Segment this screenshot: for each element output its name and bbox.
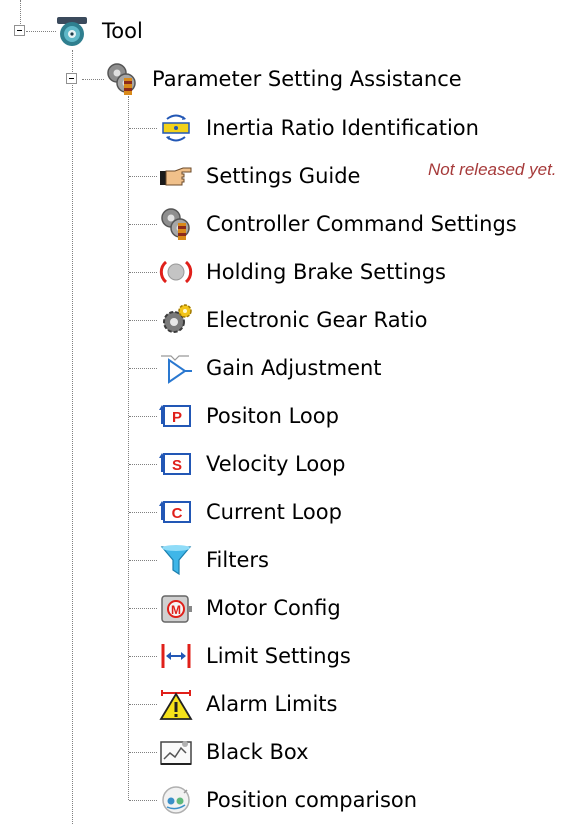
parameter-gears-icon [104, 61, 140, 97]
tree-item-gain-adjustment[interactable]: Gain Adjustment [158, 350, 382, 386]
limit-arrows-icon [158, 638, 194, 674]
tree-item-label: Gain Adjustment [206, 356, 382, 380]
tree-item-motor-config[interactable]: M Motor Config [158, 590, 341, 626]
tree-item-position-comparison[interactable]: Position comparison [158, 782, 417, 818]
tree-connector-item-h [129, 752, 157, 753]
tree-item-label: Current Loop [206, 500, 342, 524]
tree-connector-item-h [129, 368, 157, 369]
gear-icon [158, 302, 194, 338]
svg-text:P: P [172, 409, 182, 426]
position-comparison-icon [158, 782, 194, 818]
svg-text:S: S [172, 457, 182, 474]
funnel-icon [158, 542, 194, 578]
group-collapse-toggle[interactable] [66, 73, 77, 84]
current-loop-icon: C [158, 494, 194, 530]
gain-amplifier-icon [158, 350, 194, 386]
tree-connector-item-h [129, 464, 157, 465]
tree-connector-root-h [26, 31, 56, 32]
tree-item-label: Inertia Ratio Identification [206, 116, 479, 140]
not-released-note: Not released yet. [428, 160, 557, 179]
tree-item-velocity-loop[interactable]: S Velocity Loop [158, 446, 345, 482]
tree-item-current-loop[interactable]: C Current Loop [158, 494, 342, 530]
velocity-loop-icon: S [158, 446, 194, 482]
tree-connector-group-h [82, 79, 104, 80]
tree-item-position-loop[interactable]: P Positon Loop [158, 398, 339, 434]
svg-text:M: M [171, 603, 181, 617]
tree-item-label: Filters [206, 548, 269, 572]
tree-connector-item-h [129, 560, 157, 561]
tree-item-label: Black Box [206, 740, 309, 764]
tree-item-label: Electronic Gear Ratio [206, 308, 428, 332]
tool-icon [54, 13, 90, 49]
tree-connector-item-h [129, 704, 157, 705]
position-loop-icon: P [158, 398, 194, 434]
tree-item-alarm-limits[interactable]: Alarm Limits [158, 686, 337, 722]
tree-item-limit-settings[interactable]: Limit Settings [158, 638, 351, 674]
tree-item-label: Holding Brake Settings [206, 260, 447, 284]
tree-connector-item-h [129, 800, 157, 801]
black-box-chart-icon [158, 734, 194, 770]
tree-root-label: Tool [102, 19, 143, 43]
tree-item-label: Position comparison [206, 788, 418, 812]
svg-text:C: C [172, 505, 183, 522]
tree-connector-item-h [129, 224, 157, 225]
tree-connector-item-h [129, 512, 157, 513]
pointing-hand-icon [158, 158, 194, 194]
tree-connector-item-h [129, 656, 157, 657]
tree-group-parameter-setting-assistance[interactable]: Parameter Setting Assistance [104, 61, 462, 97]
tree-root-tool[interactable]: Tool [54, 13, 143, 49]
tree-connector-item-h [129, 272, 157, 273]
tree-connector-item-h [129, 176, 157, 177]
tree-connector-item-h [129, 608, 157, 609]
holding-brake-icon [158, 254, 194, 290]
tree-item-filters[interactable]: Filters [158, 542, 269, 578]
tree-connector-branch [128, 96, 129, 800]
motor-icon: M [158, 590, 194, 626]
tree-item-black-box[interactable]: Black Box [158, 734, 309, 770]
inertia-ratio-icon [158, 110, 194, 146]
warning-triangle-icon [158, 686, 194, 722]
tree-connector-item-h [129, 320, 157, 321]
tree-item-settings-guide[interactable]: Settings Guide [158, 158, 360, 194]
tree-item-label: Settings Guide [206, 164, 361, 188]
tree-item-label: Positon Loop [206, 404, 339, 428]
tree-item-controller-command-settings[interactable]: Controller Command Settings [158, 206, 517, 242]
tree-item-electronic-gear-ratio[interactable]: Electronic Gear Ratio [158, 302, 427, 338]
controller-gears-icon [158, 206, 194, 242]
tree-item-label: Alarm Limits [206, 692, 338, 716]
root-collapse-toggle[interactable] [14, 25, 25, 36]
tree-item-inertia-ratio-identification[interactable]: Inertia Ratio Identification [158, 110, 479, 146]
tree-group-label: Parameter Setting Assistance [152, 67, 462, 91]
tree-item-label: Velocity Loop [206, 452, 346, 476]
tree-connector-trunk [72, 50, 73, 824]
tree-item-label: Limit Settings [206, 644, 351, 668]
tree-item-label: Controller Command Settings [206, 212, 517, 236]
tree-item-holding-brake-settings[interactable]: Holding Brake Settings [158, 254, 446, 290]
tree-item-label: Motor Config [206, 596, 341, 620]
tree-connector-item-h [129, 416, 157, 417]
tree-connector-item-h [129, 128, 157, 129]
